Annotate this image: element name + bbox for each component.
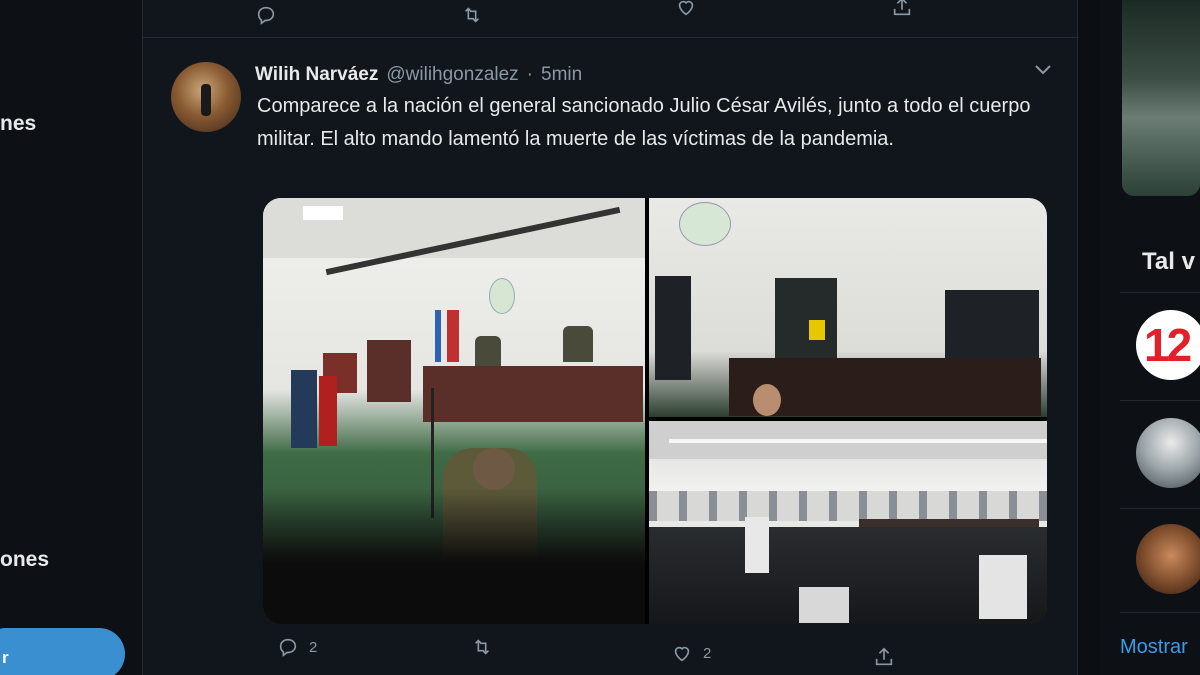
flag-1: [435, 310, 441, 362]
ceiling-lights: [669, 439, 1047, 443]
officers-right: [945, 290, 1039, 364]
wall-emblem: [679, 202, 731, 246]
podium: [367, 340, 411, 402]
reply-button[interactable]: 2: [277, 636, 317, 658]
person-foreground: [753, 384, 781, 416]
divider: [1120, 612, 1200, 613]
suggested-account-avatar-1[interactable]: 12: [1136, 310, 1200, 380]
badge-number: 12: [1144, 319, 1192, 371]
media-photo-3[interactable]: [649, 421, 1047, 624]
share-icon: [875, 647, 893, 666]
show-more-link[interactable]: Mostrar: [1120, 636, 1188, 659]
ceiling-light: [303, 206, 343, 220]
divider: [1120, 292, 1200, 293]
share-button[interactable]: [873, 646, 895, 668]
left-navigation: nes ones r: [0, 0, 142, 675]
previous-tweet-actions: [143, 0, 1079, 38]
person-standing-2: [319, 376, 337, 446]
author-avatar[interactable]: [171, 62, 241, 132]
like-button[interactable]: 2: [671, 642, 711, 664]
suggested-account-avatar-3[interactable]: [1136, 524, 1200, 594]
media-photo-1[interactable]: [263, 198, 645, 624]
sidebar-section-title: Tal v: [1142, 248, 1195, 275]
officer-seated-1: [563, 326, 593, 362]
timeline: Wilih Narváez @wilihgonzalez · 5min Comp…: [142, 0, 1079, 675]
tweet-header: Wilih Narváez @wilihgonzalez · 5min: [255, 64, 582, 86]
share-icon: [893, 0, 911, 16]
retweet-icon: [464, 7, 480, 23]
yellow-object: [809, 320, 825, 340]
officer-standing-1: [655, 276, 691, 380]
prev-reply-button[interactable]: [255, 4, 277, 26]
header-separator: ·: [526, 64, 533, 85]
suggested-account-avatar-2[interactable]: [1136, 418, 1200, 488]
nav-item-2[interactable]: ones: [0, 548, 49, 572]
right-sidebar: Tal v 12 Mostrar: [1100, 0, 1200, 675]
person-right: [979, 555, 1027, 619]
retweet-icon: [474, 639, 490, 655]
tweet-text: Comparece a la nación el general sancion…: [257, 95, 1031, 150]
chevron-down-icon[interactable]: [1031, 60, 1055, 80]
tweet-time[interactable]: 5min: [541, 64, 582, 86]
officer-seated-2: [475, 336, 501, 366]
retweet-button[interactable]: [471, 636, 503, 658]
head-table: [423, 366, 643, 422]
avatar-figure: [201, 84, 211, 116]
audience-seats: [263, 488, 645, 624]
reply-count: 2: [309, 638, 318, 656]
officer-saluting: [775, 278, 837, 362]
soldier-head: [473, 448, 515, 490]
prev-share-button[interactable]: [891, 0, 913, 18]
person-standing-1: [291, 370, 317, 448]
wall-emblem: [489, 278, 515, 314]
like-icon: [674, 646, 690, 662]
person-white-shirt: [745, 517, 769, 573]
reply-icon: [257, 6, 275, 25]
media-photo-2[interactable]: [649, 198, 1047, 417]
author-handle[interactable]: @wilihgonzalez: [386, 64, 518, 86]
tweet-actions: 2 2: [143, 632, 1079, 672]
reply-icon: [279, 638, 297, 657]
wall-windows: [649, 491, 1047, 521]
nav-item-1[interactable]: nes: [0, 112, 36, 136]
person-seated: [799, 587, 849, 623]
like-count: 2: [703, 644, 712, 662]
sidebar-media-thumbnail[interactable]: [1122, 0, 1200, 196]
divider: [1120, 400, 1200, 401]
author-name[interactable]: Wilih Narváez: [255, 64, 378, 86]
like-icon: [678, 0, 694, 16]
prev-like-button[interactable]: [675, 0, 697, 18]
tweet-media-grid: [263, 198, 1047, 624]
divider: [1120, 508, 1200, 509]
prev-retweet-button[interactable]: [461, 4, 483, 26]
tweet-button[interactable]: r: [0, 628, 125, 675]
flag-2: [447, 310, 459, 362]
